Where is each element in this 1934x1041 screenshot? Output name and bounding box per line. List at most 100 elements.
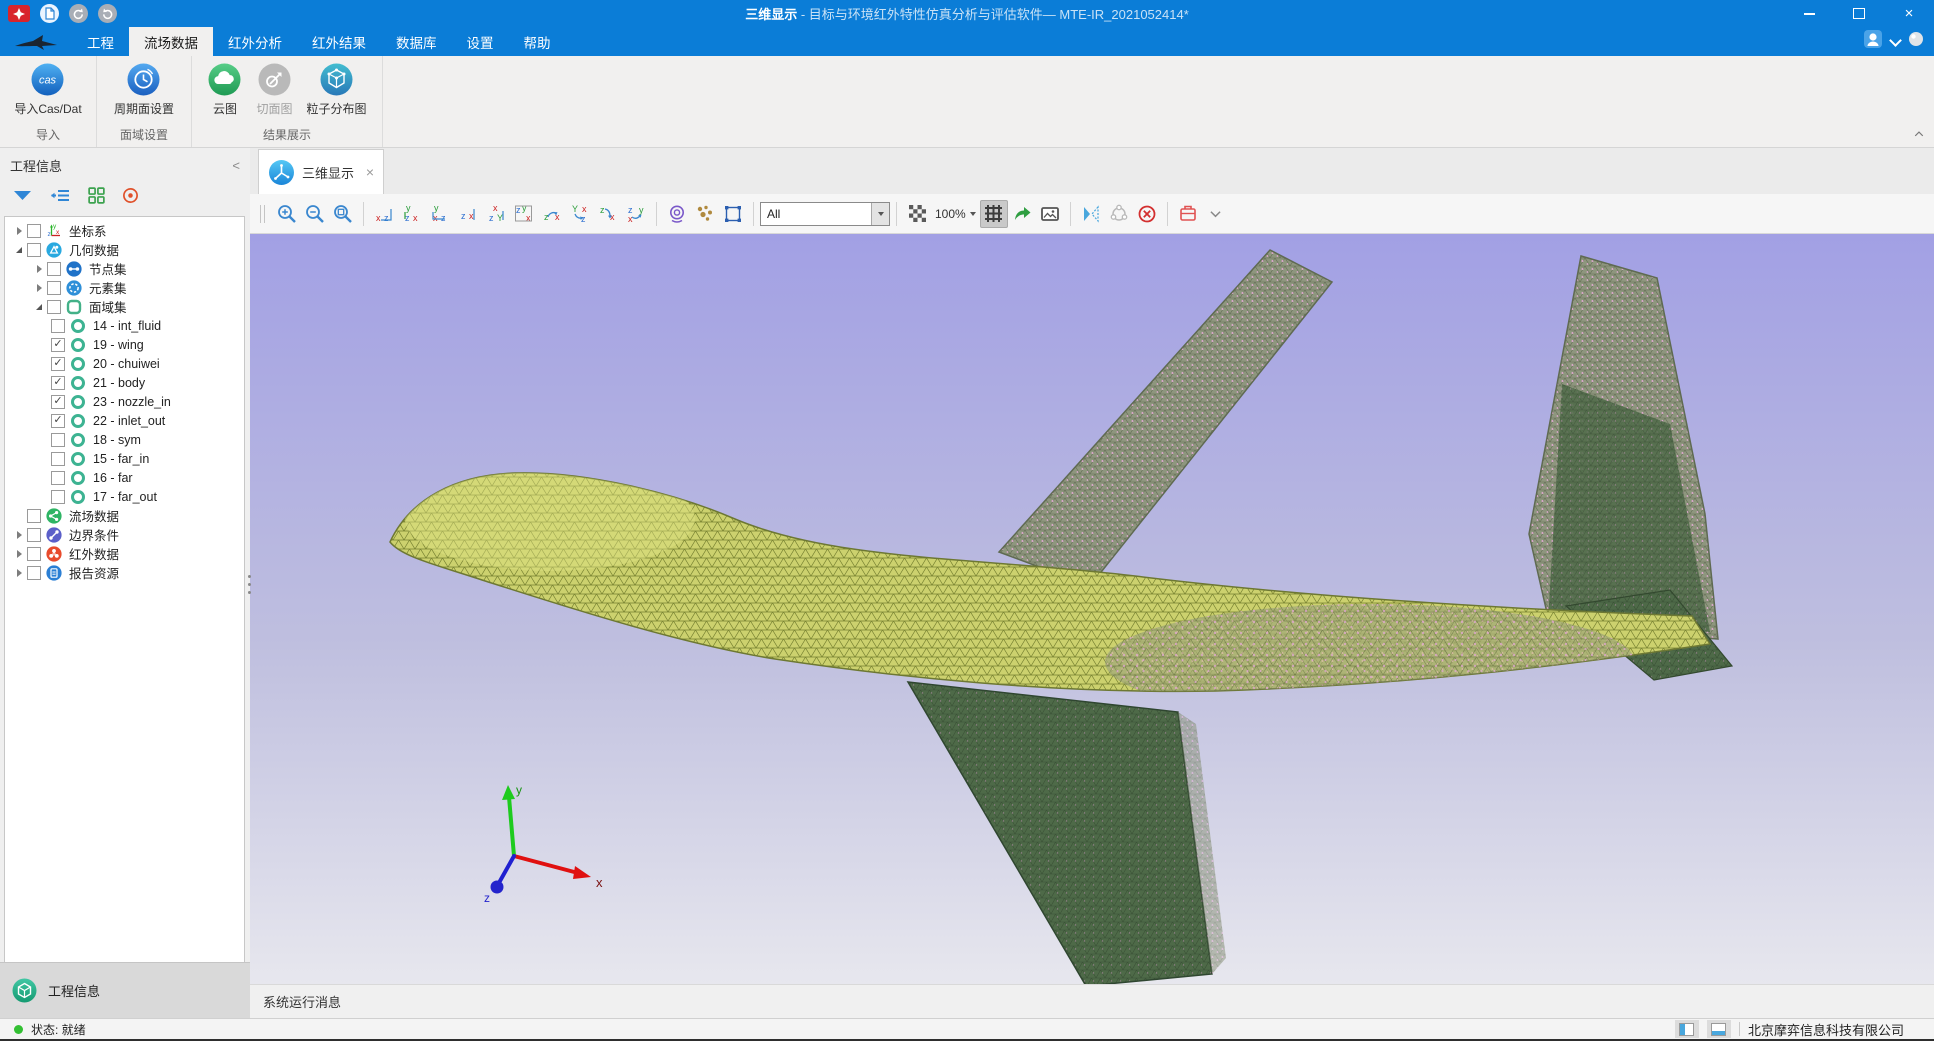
sidebar-collapse-button[interactable]: < <box>232 158 240 173</box>
view-right-button[interactable]: zx <box>454 200 482 228</box>
view-iso-3-button[interactable]: zx <box>594 200 622 228</box>
tab-close-icon[interactable]: × <box>366 164 374 180</box>
import-cas-dat-button[interactable]: cas 导入Cas/Dat <box>8 60 87 119</box>
chevron-down-icon[interactable] <box>1889 34 1902 47</box>
combobox-arrow-button[interactable] <box>871 203 889 225</box>
tree-item-element-sets[interactable]: 元素集 <box>5 278 244 297</box>
view-iso-2-button[interactable]: Yxz <box>566 200 594 228</box>
tree-item-face-int-fluid[interactable]: 14 - int_fluid <box>5 316 244 335</box>
checkbox[interactable] <box>51 490 65 504</box>
more-options-chevron-icon[interactable] <box>1202 200 1230 228</box>
tree-item-face-body[interactable]: 21 - body <box>5 373 244 392</box>
tree-item-face-wing[interactable]: 19 - wing <box>5 335 244 354</box>
list-indent-icon[interactable] <box>50 188 71 208</box>
checkbox[interactable] <box>27 547 41 561</box>
menu-item-flowfield-data[interactable]: 流场数据 <box>129 27 213 56</box>
menu-item-infrared-results[interactable]: 红外结果 <box>297 27 381 56</box>
view-bottom-button[interactable]: zyx <box>510 200 538 228</box>
checkbox[interactable] <box>51 338 65 352</box>
view-left-button[interactable]: yxz <box>426 200 454 228</box>
undo-button[interactable] <box>69 4 88 23</box>
view-top-button[interactable]: xzY <box>482 200 510 228</box>
tree-item-report-resources[interactable]: 报告资源 <box>5 563 244 582</box>
menu-item-infrared-analysis[interactable]: 红外分析 <box>213 27 297 56</box>
checkbox[interactable] <box>27 224 41 238</box>
checkbox[interactable] <box>51 319 65 333</box>
tree-item-coordinate-system[interactable]: zxy 坐标系 <box>5 221 244 240</box>
scatter-points-button[interactable] <box>691 200 719 228</box>
probe-locate-button[interactable] <box>663 200 691 228</box>
tree-item-geometry-data[interactable]: 几何数据 <box>5 240 244 259</box>
layout-left-panel-button[interactable] <box>1675 1020 1699 1038</box>
checkbox[interactable] <box>27 243 41 257</box>
checkbox[interactable] <box>27 566 41 580</box>
expander-icon[interactable] <box>11 227 27 235</box>
tree-item-flowfield-data[interactable]: 流场数据 <box>5 506 244 525</box>
expander-icon[interactable] <box>31 304 47 310</box>
view-back-button[interactable]: yzx <box>398 200 426 228</box>
checkbox[interactable] <box>47 281 61 295</box>
view-iso-4-button[interactable]: zxy <box>622 200 650 228</box>
checkbox[interactable] <box>47 262 61 276</box>
checkbox[interactable] <box>51 471 65 485</box>
close-button[interactable]: × <box>1884 0 1934 27</box>
grid-view-icon[interactable] <box>88 187 105 209</box>
menu-item-settings[interactable]: 设置 <box>452 27 509 56</box>
export-share-button[interactable] <box>1008 200 1036 228</box>
tree-item-face-inlet-out[interactable]: 22 - inlet_out <box>5 411 244 430</box>
checkbox[interactable] <box>47 300 61 314</box>
checkbox[interactable] <box>51 452 65 466</box>
tree-item-node-sets[interactable]: 节点集 <box>5 259 244 278</box>
contour-map-button[interactable]: 云图 <box>201 60 248 119</box>
checkbox[interactable] <box>27 509 41 523</box>
toolbar-grip[interactable] <box>260 205 265 223</box>
checkbox[interactable] <box>51 433 65 447</box>
view-iso-1-button[interactable]: zx <box>538 200 566 228</box>
tree-item-face-chuiwei[interactable]: 20 - chuiwei <box>5 354 244 373</box>
tree-item-infrared-data[interactable]: 红外数据 <box>5 544 244 563</box>
display-filter-combobox[interactable]: All <box>760 202 890 226</box>
collapse-ribbon-button[interactable] <box>1914 124 1924 142</box>
view-front-button[interactable]: xz <box>370 200 398 228</box>
link-nodes-button[interactable] <box>1105 200 1133 228</box>
zoom-out-button[interactable] <box>301 200 329 228</box>
checkbox[interactable] <box>51 414 65 428</box>
tree-item-face-nozzle-in[interactable]: 23 - nozzle_in <box>5 392 244 411</box>
panel-splitter-handle[interactable] <box>245 575 253 594</box>
filter-icon[interactable] <box>12 188 33 208</box>
tree-item-face-sym[interactable]: 18 - sym <box>5 430 244 449</box>
zoom-in-button[interactable] <box>273 200 301 228</box>
periodic-face-settings-button[interactable]: 周期面设置 <box>108 60 180 119</box>
tree-item-face-far-out[interactable]: 17 - far_out <box>5 487 244 506</box>
mesh-grid-toggle-button[interactable] <box>980 200 1008 228</box>
target-icon[interactable] <box>122 187 139 209</box>
viewport-3d[interactable]: y x z <box>250 234 1934 984</box>
expander-icon[interactable] <box>11 550 27 558</box>
layout-bottom-panel-button[interactable] <box>1707 1020 1731 1038</box>
expander-icon[interactable] <box>11 247 27 253</box>
status-sphere-icon[interactable] <box>1908 31 1924 52</box>
tree-item-boundary-conditions[interactable]: 边界条件 <box>5 525 244 544</box>
checkbox[interactable] <box>51 376 65 390</box>
project-info-dock-button[interactable]: 工程信息 <box>0 962 250 1018</box>
zoom-percentage-dropdown[interactable]: 100% <box>931 207 980 221</box>
mirror-button[interactable] <box>1077 200 1105 228</box>
save-view-box-button[interactable] <box>1174 200 1202 228</box>
box-select-button[interactable] <box>719 200 747 228</box>
menu-item-database[interactable]: 数据库 <box>381 27 452 56</box>
expander-icon[interactable] <box>11 569 27 577</box>
minimize-button[interactable] <box>1784 0 1834 27</box>
tab-3d-display[interactable]: 三维显示 × <box>258 149 384 194</box>
assistant-icon[interactable] <box>1863 29 1883 54</box>
particle-distribution-button[interactable]: 粒子分布图 <box>301 60 373 119</box>
menu-item-help[interactable]: 帮助 <box>509 27 566 56</box>
tree-item-face-sets[interactable]: 面域集 <box>5 297 244 316</box>
delete-button[interactable] <box>1133 200 1161 228</box>
redo-button[interactable] <box>98 4 117 23</box>
maximize-button[interactable] <box>1834 0 1884 27</box>
tree-item-face-far-in[interactable]: 15 - far_in <box>5 449 244 468</box>
checkbox[interactable] <box>51 395 65 409</box>
expander-icon[interactable] <box>11 531 27 539</box>
expander-icon[interactable] <box>31 284 47 292</box>
menu-item-engineering[interactable]: 工程 <box>72 27 129 56</box>
